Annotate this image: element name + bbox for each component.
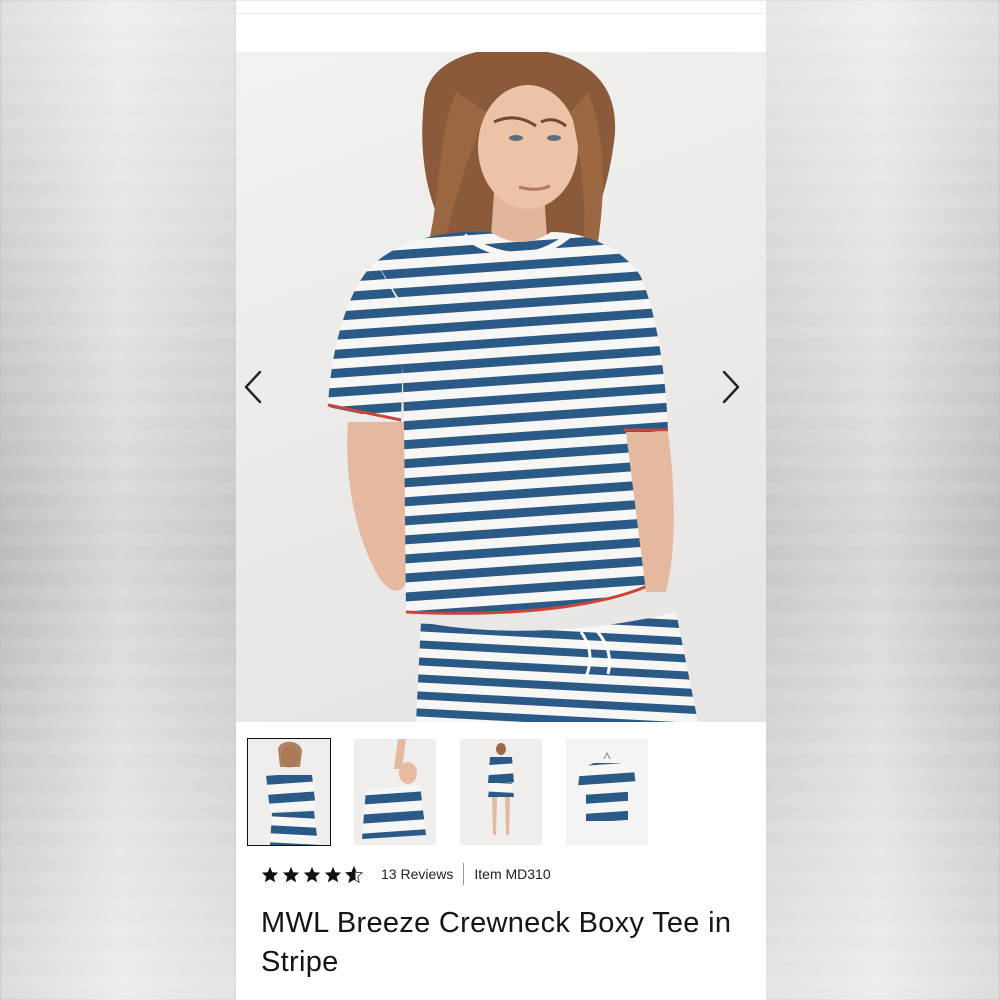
previous-image-button[interactable] <box>242 370 282 410</box>
model-photo <box>327 52 698 722</box>
product-page: 13 Reviews Item MD310 MWL Breeze Crewnec… <box>236 0 766 1000</box>
product-image[interactable] <box>236 52 766 722</box>
reviews-link[interactable]: 13 Reviews <box>381 866 453 882</box>
thumbnail-image <box>354 739 436 845</box>
top-bar <box>236 0 766 53</box>
star-rating[interactable] <box>261 865 363 883</box>
rating-divider <box>463 863 465 885</box>
thumbnail-strip <box>247 738 758 847</box>
thumbnail-image <box>460 739 542 845</box>
next-image-button[interactable] <box>720 370 760 410</box>
chevron-left-icon <box>244 370 262 404</box>
star-full-icon <box>261 866 279 883</box>
top-divider <box>236 13 766 14</box>
thumbnail-back-view[interactable] <box>460 739 542 845</box>
chevron-right-icon <box>722 370 740 404</box>
thumbnail-image <box>248 739 330 845</box>
star-full-icon <box>303 866 321 883</box>
item-number: Item MD310 <box>474 866 551 882</box>
star-full-icon <box>282 866 300 883</box>
rating-row: 13 Reviews Item MD310 <box>261 860 741 888</box>
thumbnail-flat-lay-view[interactable] <box>566 739 648 845</box>
star-half-icon <box>345 865 363 883</box>
star-full-icon <box>324 866 342 883</box>
thumbnail-image <box>566 739 648 845</box>
thumbnail-front-view[interactable] <box>247 738 331 846</box>
thumbnail-arms-up-view[interactable] <box>354 739 436 845</box>
product-title: MWL Breeze Crewneck Boxy Tee in Stripe <box>261 907 732 978</box>
